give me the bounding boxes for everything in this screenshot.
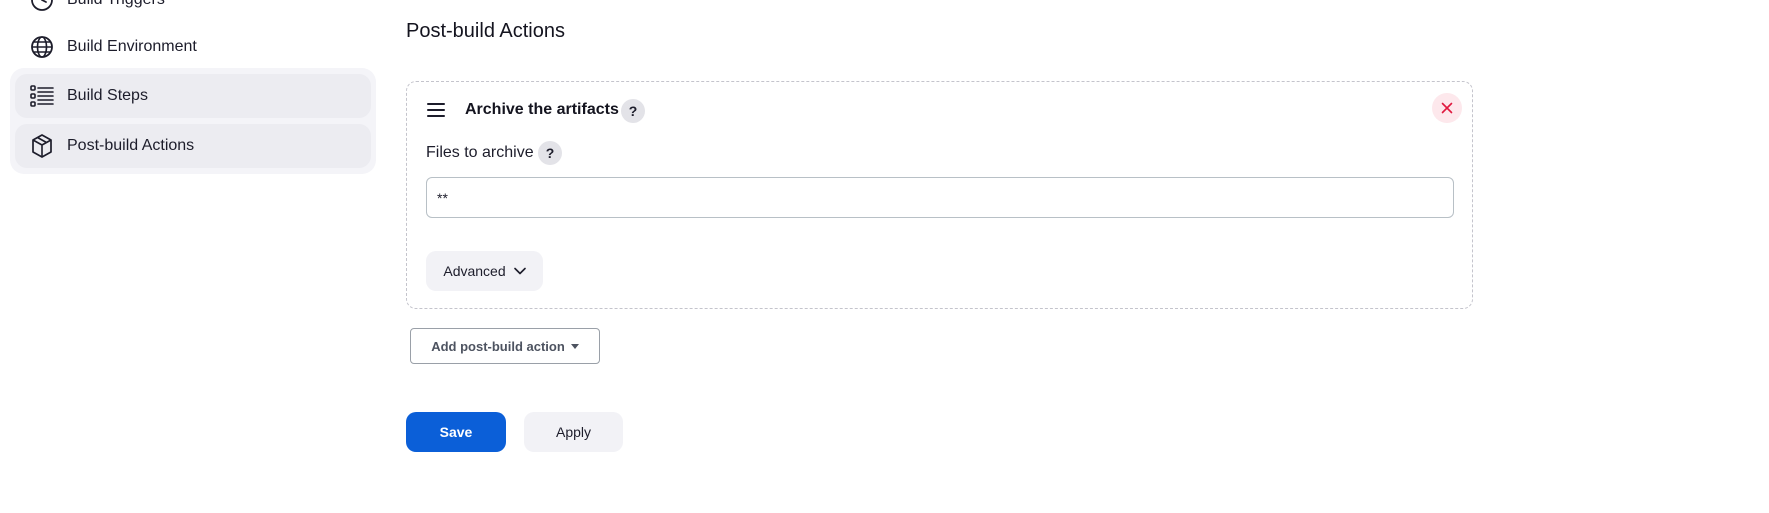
- page: Build Triggers Build Environment Build S…: [0, 0, 1769, 513]
- files-to-archive-label: Files to archive: [426, 144, 534, 161]
- advanced-label: Advanced: [443, 263, 506, 279]
- archive-artifacts-card: Archive the artifacts ? Files to archive…: [406, 81, 1473, 309]
- files-help-icon[interactable]: ?: [538, 141, 562, 165]
- sidebar-item-build-environment[interactable]: Build Environment: [15, 25, 371, 69]
- sidebar-item-label: Build Triggers: [67, 0, 165, 9]
- caret-down-icon: [570, 343, 579, 349]
- chevron-down-icon: [513, 267, 526, 275]
- add-post-build-action-button[interactable]: Add post-build action: [410, 328, 600, 364]
- list-icon: [29, 83, 55, 109]
- apply-button[interactable]: Apply: [524, 412, 623, 452]
- package-icon: [29, 133, 55, 159]
- remove-action-button[interactable]: [1432, 93, 1462, 123]
- save-button[interactable]: Save: [406, 412, 506, 452]
- sidebar-item-label: Build Steps: [67, 87, 148, 104]
- sidebar-item-post-build-actions[interactable]: Post-build Actions: [15, 124, 371, 168]
- sidebar-item-label: Build Environment: [67, 38, 197, 55]
- sidebar-item-build-triggers[interactable]: Build Triggers: [15, 0, 371, 22]
- sidebar-item-label: Post-build Actions: [67, 137, 195, 154]
- add-action-label: Add post-build action: [431, 338, 565, 354]
- files-to-archive-input[interactable]: [426, 177, 1454, 218]
- section-title: Post-build Actions: [406, 20, 565, 42]
- card-help-icon[interactable]: ?: [621, 99, 645, 123]
- card-title: Archive the artifacts: [465, 101, 619, 118]
- drag-handle-icon[interactable]: [427, 103, 445, 117]
- advanced-button[interactable]: Advanced: [426, 251, 543, 291]
- close-icon: [1441, 102, 1453, 114]
- clock-icon: [29, 0, 55, 13]
- globe-icon: [29, 34, 55, 60]
- sidebar-item-build-steps[interactable]: Build Steps: [15, 74, 371, 118]
